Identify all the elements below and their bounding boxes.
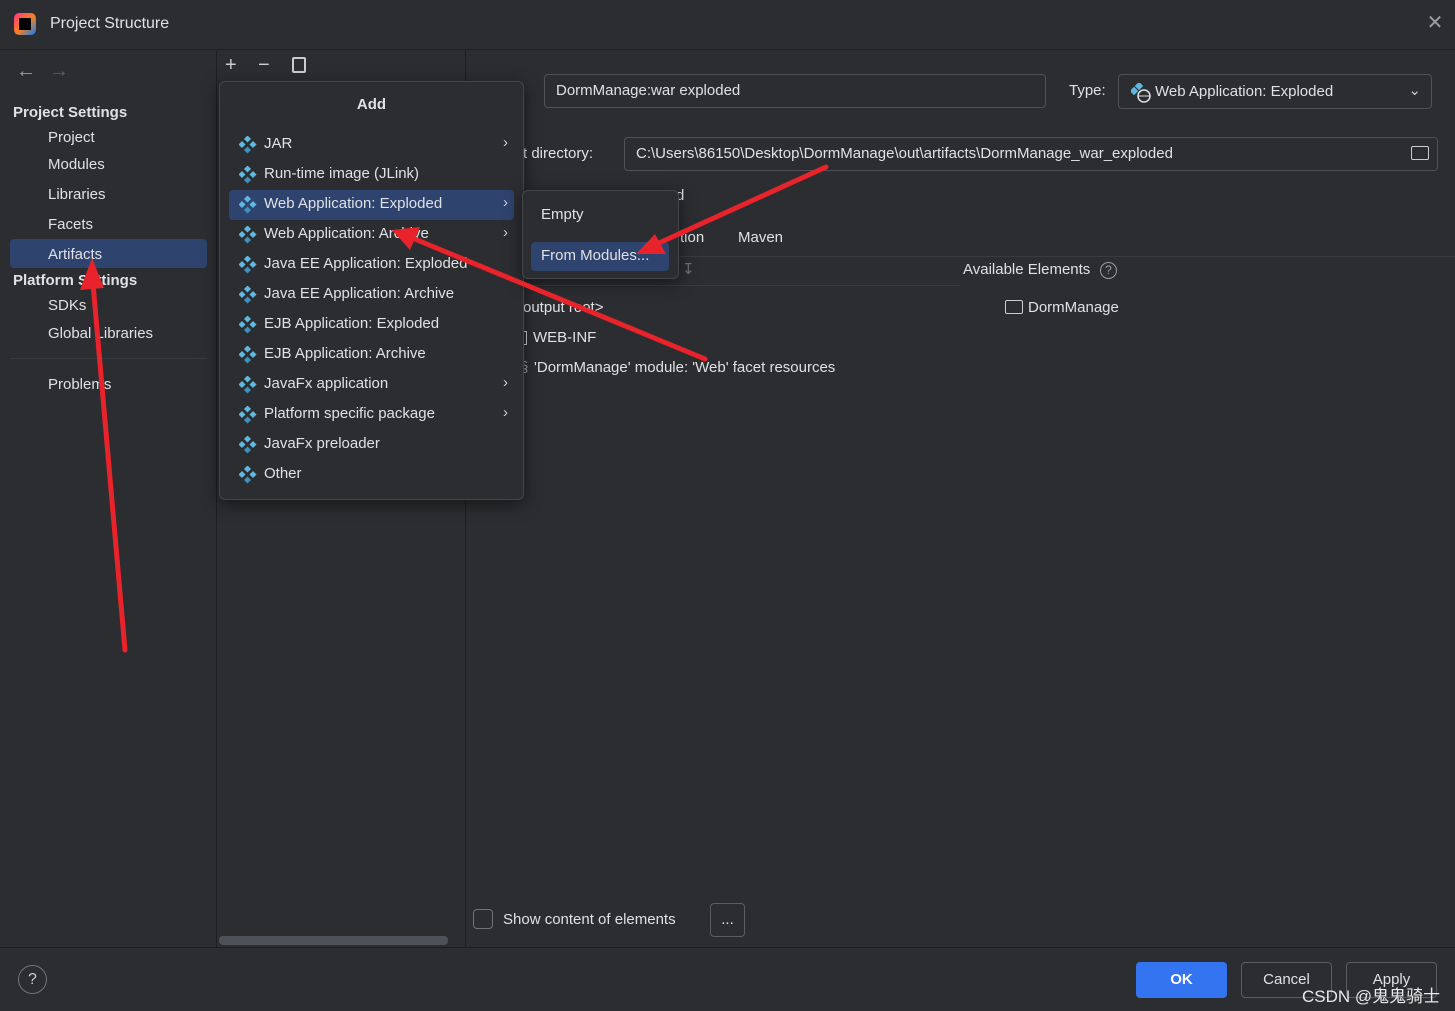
annotation-arrows [80, 164, 829, 653]
annotation-arrow-from-modules [636, 164, 829, 254]
annotation-arrow-artifacts [80, 258, 128, 653]
